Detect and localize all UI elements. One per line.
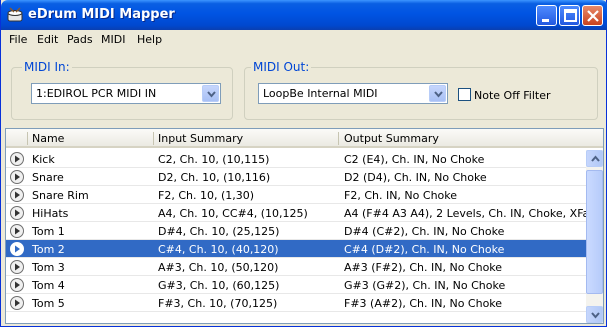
- cell-input-summary: D2, Ch. 10, (10,116): [158, 171, 271, 184]
- menu-bar: File Edit Pads MIDI Help: [4, 31, 604, 49]
- cell-output-summary: C#4 (D#2), Ch. IN, No Choke: [344, 243, 505, 256]
- midi-out-label: MIDI Out:: [251, 60, 312, 74]
- play-button[interactable]: [6, 168, 28, 186]
- table-row[interactable]: Snare D2, Ch. 10, (10,116) D2 (D4), Ch. IN…: [6, 168, 586, 186]
- play-icon: [10, 206, 24, 220]
- pad-grid: Name Input Summary Output Summary Kick C2…: [5, 128, 604, 324]
- cell-input-summary: C#4, Ch. 10, (40,120): [158, 243, 279, 256]
- cell-output-summary: D#4 (C#2), Ch. IN, No Choke: [344, 225, 505, 238]
- play-icon: [10, 188, 24, 202]
- maximize-button[interactable]: [559, 5, 580, 26]
- play-icon: [10, 278, 24, 292]
- table-row[interactable]: HiHats A4, Ch. 10, CC#4, (10,125) A4 (F#4 …: [6, 204, 603, 222]
- cell-input-summary: F#3, Ch. 10, (70,125): [158, 297, 278, 310]
- cell-input-summary: A4, Ch. 10, CC#4, (10,125): [158, 207, 308, 220]
- cell-output-summary: D2 (D4), Ch. IN, No Choke: [344, 171, 487, 184]
- cell-input-summary: A#3, Ch. 10, (50,120): [158, 261, 279, 274]
- column-header-name[interactable]: Name: [32, 132, 64, 145]
- app-window: eDrum MIDI Mapper File Edit Pads MIDI He…: [0, 0, 607, 327]
- minimize-button[interactable]: [536, 5, 557, 26]
- play-icon: [10, 242, 24, 256]
- play-icon: [10, 152, 24, 166]
- cell-name: Tom 3: [32, 261, 65, 274]
- menu-help[interactable]: Help: [137, 33, 162, 46]
- play-icon: [10, 170, 24, 184]
- window-title: eDrum MIDI Mapper: [28, 7, 175, 22]
- maximize-icon: [564, 9, 577, 22]
- cell-name: Tom 2: [32, 243, 65, 256]
- table-row[interactable]: Kick C2, Ch. 10, (10,115) C2 (E4), Ch. IN,…: [6, 150, 586, 168]
- scroll-up-button[interactable]: [586, 150, 603, 167]
- table-row[interactable]: Tom 1 D#4, Ch. 10, (25,125) D#4 (C#2), Ch.…: [6, 222, 586, 240]
- cell-output-summary: C2 (E4), Ch. IN, No Choke: [344, 153, 485, 166]
- play-icon: [10, 224, 24, 238]
- cell-input-summary: F2, Ch. 10, (1,30): [158, 189, 255, 202]
- cell-output-summary: A4 (F#4 A3 A4), 2 Levels, Ch. IN, Choke,…: [344, 207, 604, 220]
- column-separator[interactable]: [338, 132, 339, 145]
- scroll-thumb[interactable]: [586, 170, 603, 294]
- table-row[interactable]: Tom 3 A#3, Ch. 10, (50,120) A#3 (F#2), Ch.…: [6, 258, 586, 276]
- note-off-filter-label: Note Off Filter: [474, 89, 551, 102]
- menu-edit[interactable]: Edit: [37, 33, 58, 46]
- cell-output-summary: F#3 (A#2), Ch. IN, No Choke: [344, 297, 503, 310]
- midi-in-value: 1:EDIROL PCR MIDI IN: [36, 87, 157, 100]
- play-button[interactable]: [6, 150, 28, 168]
- midi-in-group: MIDI In: 1:EDIROL PCR MIDI IN: [11, 60, 233, 120]
- play-icon: [10, 296, 24, 310]
- cell-input-summary: D#4, Ch. 10, (25,125): [158, 225, 280, 238]
- menu-file[interactable]: File: [9, 33, 27, 46]
- cell-output-summary: A#3 (F#2), Ch. IN, No Choke: [344, 261, 503, 274]
- vertical-scrollbar[interactable]: [586, 150, 603, 323]
- play-button[interactable]: [6, 222, 28, 240]
- midi-in-dropdown-button[interactable]: [202, 85, 219, 102]
- chevron-down-icon: [207, 91, 216, 98]
- close-button[interactable]: [582, 5, 603, 26]
- midi-out-group: MIDI Out: LoopBe Internal MIDI Note Off …: [244, 60, 598, 120]
- play-button[interactable]: [6, 276, 28, 294]
- menu-midi[interactable]: MIDI: [101, 33, 125, 46]
- play-button[interactable]: [6, 204, 28, 222]
- cell-name: Tom 4: [32, 279, 65, 292]
- table-row[interactable]: Snare Rim F2, Ch. 10, (1,30) F2, Ch. IN, N…: [6, 186, 586, 204]
- close-icon: [587, 10, 599, 22]
- chevron-down-icon: [434, 91, 443, 98]
- cell-name: Snare Rim: [32, 189, 89, 202]
- cell-name: Tom 5: [32, 297, 65, 310]
- column-separator[interactable]: [27, 132, 28, 145]
- cell-input-summary: C2, Ch. 10, (10,115): [158, 153, 270, 166]
- table-row[interactable]: Tom 5 F#3, Ch. 10, (70,125) F#3 (A#2), Ch.…: [6, 294, 586, 312]
- minimize-icon: [542, 19, 549, 22]
- midi-out-dropdown-button[interactable]: [429, 85, 446, 102]
- midi-in-label: MIDI In:: [22, 60, 72, 74]
- column-header-input-summary[interactable]: Input Summary: [158, 132, 243, 145]
- title-bar[interactable]: eDrum MIDI Mapper: [1, 0, 607, 30]
- cell-name: Tom 1: [32, 225, 65, 238]
- cell-output-summary: F2, Ch. IN, No Choke: [344, 189, 458, 202]
- cell-name: Snare: [32, 171, 64, 184]
- cell-name: HiHats: [32, 207, 69, 220]
- column-separator[interactable]: [153, 132, 154, 145]
- midi-in-select[interactable]: 1:EDIROL PCR MIDI IN: [31, 83, 221, 104]
- play-icon: [10, 260, 24, 274]
- play-button[interactable]: [6, 258, 28, 276]
- column-header-output-summary[interactable]: Output Summary: [344, 132, 439, 145]
- table-row[interactable]: Tom 2 C#4, Ch. 10, (40,120) C#4 (D#2), Ch.…: [6, 240, 586, 258]
- menu-pads[interactable]: Pads: [67, 33, 93, 46]
- scroll-down-button[interactable]: [586, 306, 603, 323]
- play-button[interactable]: [6, 294, 28, 312]
- play-button[interactable]: [6, 186, 28, 204]
- drum-app-icon: [7, 7, 23, 22]
- cell-input-summary: G#3, Ch. 10, (60,125): [158, 279, 280, 292]
- grid-header: Name Input Summary Output Summary: [6, 129, 603, 148]
- midi-out-select[interactable]: LoopBe Internal MIDI: [258, 83, 448, 104]
- chevron-down-icon: [591, 312, 600, 319]
- table-row[interactable]: Tom 4 G#3, Ch. 10, (60,125) G#3 (G#2), Ch.…: [6, 276, 586, 294]
- note-off-filter-checkbox[interactable]: [458, 88, 471, 101]
- cell-output-summary: G#3 (G#2), Ch. IN, No Choke: [344, 279, 506, 292]
- chevron-up-icon: [591, 155, 600, 162]
- midi-out-value: LoopBe Internal MIDI: [263, 87, 378, 100]
- play-button[interactable]: [6, 240, 28, 258]
- cell-name: Kick: [32, 153, 55, 166]
